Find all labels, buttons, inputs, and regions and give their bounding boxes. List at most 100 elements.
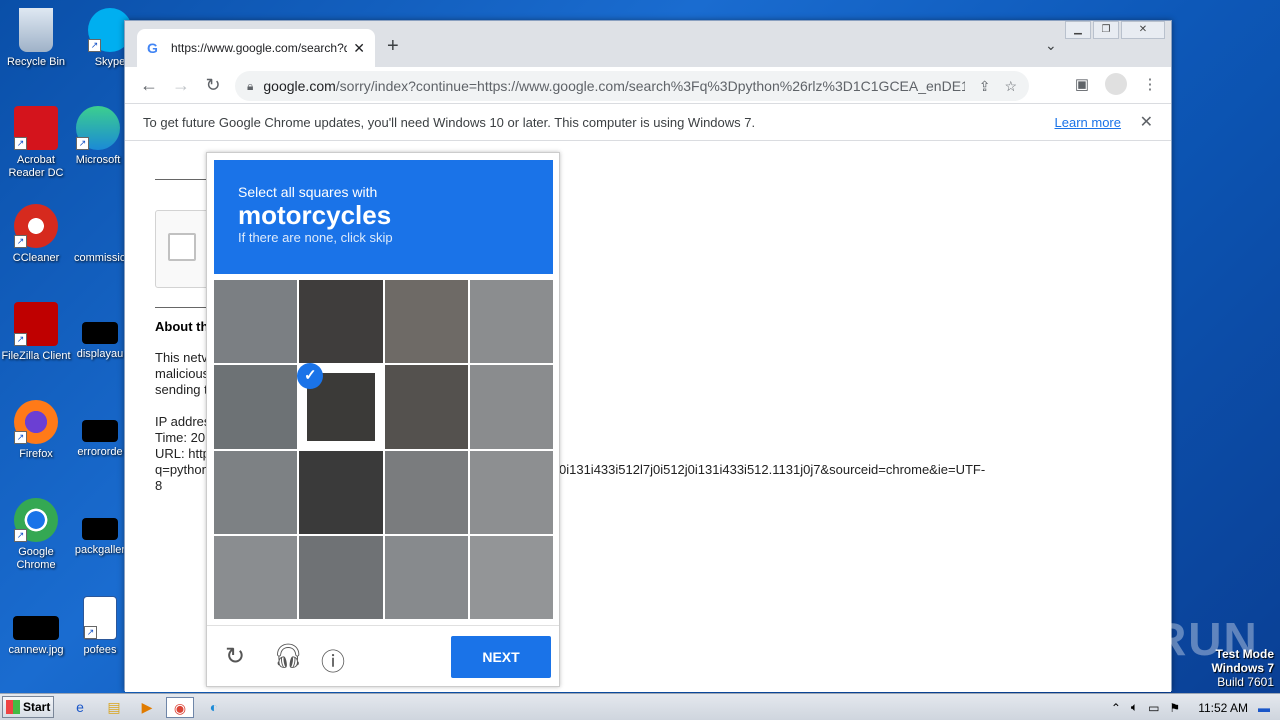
desktop-icon-label: displayau xyxy=(76,348,124,360)
learn-more-link[interactable]: Learn more xyxy=(1055,115,1121,130)
challenge-header: Select all squares with motorcycles If t… xyxy=(214,160,553,274)
captcha-tile[interactable] xyxy=(384,365,468,449)
show-desktop-icon[interactable]: ▬ xyxy=(1258,701,1270,715)
captcha-tile[interactable] xyxy=(214,365,298,449)
clock[interactable]: 11:52 AM xyxy=(1198,701,1248,715)
acrobat-icon: ↗ xyxy=(14,106,58,150)
profile-avatar-icon[interactable] xyxy=(1105,73,1127,95)
system-tray: ⌃ 🔈︎ ▭ ⚑ 11:52 AM ▬ xyxy=(1111,694,1280,720)
build-label: Build 7601 xyxy=(1217,675,1274,689)
desktop-icon-label: pofees xyxy=(83,644,117,656)
captcha-tile[interactable] xyxy=(214,535,298,619)
infobar-message: To get future Google Chrome updates, you… xyxy=(143,114,756,130)
tab-search-chevron-icon[interactable]: ⌄ xyxy=(1045,37,1057,54)
edge-icon: ↗ xyxy=(76,106,120,150)
taskbar-explorer-icon[interactable]: ▤ xyxy=(100,697,128,718)
desktop-icon-label: Google Chrome xyxy=(16,546,56,571)
address-url[interactable]: google.com/sorry/index?continue=https://… xyxy=(263,78,964,94)
forward-arrow-icon[interactable]: → xyxy=(165,75,197,96)
maximize-button[interactable]: ❐ xyxy=(1093,21,1119,39)
file-icon xyxy=(78,204,122,248)
desktop-icon-filezilla[interactable]: ↗ FileZilla Client xyxy=(0,302,72,363)
desktop-icon-ccleaner[interactable]: ↗ CCleaner xyxy=(0,204,72,265)
captcha-tile[interactable] xyxy=(469,365,553,449)
minimize-button[interactable]: ▁ xyxy=(1065,21,1091,39)
captcha-tile[interactable] xyxy=(299,535,383,619)
share-icon[interactable]: ⇪ xyxy=(979,78,991,95)
firefox-icon: ↗ xyxy=(14,400,58,444)
new-tab-button[interactable]: + xyxy=(387,35,399,58)
taskbar-media-player-icon[interactable]: ▶ xyxy=(133,697,161,718)
tab-close-icon[interactable]: ✕ xyxy=(353,40,365,57)
infobar-close-icon[interactable]: ✕ xyxy=(1140,112,1153,132)
back-arrow-icon[interactable]: ← xyxy=(133,75,165,96)
window-controls: ▁ ❐ ✕ xyxy=(1063,21,1165,39)
menu-kebab-icon[interactable]: ⋮ xyxy=(1139,75,1161,93)
reload-challenge-icon[interactable]: ↻ xyxy=(225,642,245,671)
desktop-icon-label: Acrobat Reader DC xyxy=(8,154,64,179)
about-heading: About th xyxy=(155,319,209,334)
taskbar-chrome-icon[interactable]: ◉ xyxy=(166,697,194,718)
word-document-icon: ↗ xyxy=(83,596,117,640)
redacted-file-icon xyxy=(82,420,118,442)
action-center-flag-icon[interactable]: ⚑ xyxy=(1169,701,1180,715)
captcha-image-grid: ✓ xyxy=(214,280,553,619)
tab-google-search[interactable]: G https://www.google.com/search?q= ✕ xyxy=(137,29,375,67)
update-infobar: To get future Google Chrome updates, you… xyxy=(125,103,1171,141)
google-favicon-icon: G xyxy=(147,40,158,56)
challenge-footer: ↻ 🎧︎ ⓘ NEXT xyxy=(207,625,559,688)
recaptcha-checkbox[interactable] xyxy=(168,233,196,261)
about-paragraph: This netv malicious sending t IP addres … xyxy=(155,350,211,493)
audio-challenge-headphones-icon[interactable]: 🎧︎ xyxy=(273,642,303,671)
test-mode-label: Test Mode xyxy=(1215,647,1274,661)
desktop-icon-firefox[interactable]: ↗ Firefox xyxy=(0,400,72,461)
challenge-target: motorcycles xyxy=(238,200,392,230)
desktop-icon-label: Microsoft xyxy=(75,154,121,166)
redacted-file-icon xyxy=(82,518,118,540)
captcha-tile[interactable] xyxy=(384,450,468,534)
captcha-tile[interactable] xyxy=(214,280,298,364)
captcha-tile[interactable] xyxy=(384,535,468,619)
chrome-icon: ↗ xyxy=(14,498,58,542)
tray-expand-icon[interactable]: ⌃ xyxy=(1111,701,1121,715)
tab-title: https://www.google.com/search?q= xyxy=(171,41,348,55)
volume-icon[interactable]: 🔈︎ xyxy=(1131,700,1138,715)
address-bar[interactable]: 🔒︎ google.com/sorry/index?continue=https… xyxy=(235,71,1029,101)
desktop-icon-cannew[interactable]: cannew.jpg xyxy=(0,596,72,657)
lock-icon[interactable]: 🔒︎ xyxy=(247,79,253,94)
captcha-tile[interactable] xyxy=(384,280,468,364)
network-icon[interactable]: ▭ xyxy=(1148,701,1159,715)
reload-icon[interactable]: ↻ xyxy=(197,75,229,96)
captcha-tile[interactable] xyxy=(469,450,553,534)
tab-strip: G https://www.google.com/search?q= ✕ + ⌄… xyxy=(125,21,1171,67)
challenge-instruction: Select all squares with xyxy=(238,184,378,200)
taskbar: Start e ▤ ▶ ◉ ◐ ⌃ 🔈︎ ▭ ⚑ 11:52 AM ▬ xyxy=(0,693,1280,720)
desktop-icon-label: Skype xyxy=(94,56,126,68)
captcha-tile[interactable] xyxy=(299,280,383,364)
challenge-hint: If there are none, click skip xyxy=(238,230,393,245)
taskbar-ie-icon[interactable]: e xyxy=(66,697,94,718)
desktop-icon-recycle-bin[interactable]: Recycle Bin xyxy=(0,8,72,69)
redacted-file-icon xyxy=(82,322,118,344)
desktop-icon-label: FileZilla Client xyxy=(1,350,71,362)
captcha-tile[interactable] xyxy=(214,450,298,534)
desktop-icon-chrome[interactable]: ↗ Google Chrome xyxy=(0,498,72,572)
desktop-icon-label: packgaller xyxy=(74,544,126,556)
captcha-tile[interactable] xyxy=(469,280,553,364)
redacted-image-icon xyxy=(13,616,59,640)
side-panel-icon[interactable]: ▣ xyxy=(1071,75,1093,93)
help-info-icon[interactable]: ⓘ xyxy=(321,642,345,677)
desktop-icon-label: Firefox xyxy=(19,448,53,460)
captcha-tile[interactable]: ✓ xyxy=(297,363,383,449)
captcha-tile[interactable] xyxy=(299,450,383,534)
close-window-button[interactable]: ✕ xyxy=(1121,21,1165,39)
windows-logo-icon xyxy=(6,700,20,714)
taskbar-edge-icon[interactable]: ◐ xyxy=(200,697,228,718)
next-button[interactable]: NEXT xyxy=(451,636,551,678)
desktop-icon-label: Recycle Bin xyxy=(6,56,66,68)
captcha-tile[interactable] xyxy=(469,535,553,619)
start-button[interactable]: Start xyxy=(2,696,54,718)
bookmark-star-icon[interactable]: ☆ xyxy=(1004,78,1017,95)
desktop-icon-label: cannew.jpg xyxy=(8,644,64,656)
ccleaner-icon: ↗ xyxy=(14,204,58,248)
